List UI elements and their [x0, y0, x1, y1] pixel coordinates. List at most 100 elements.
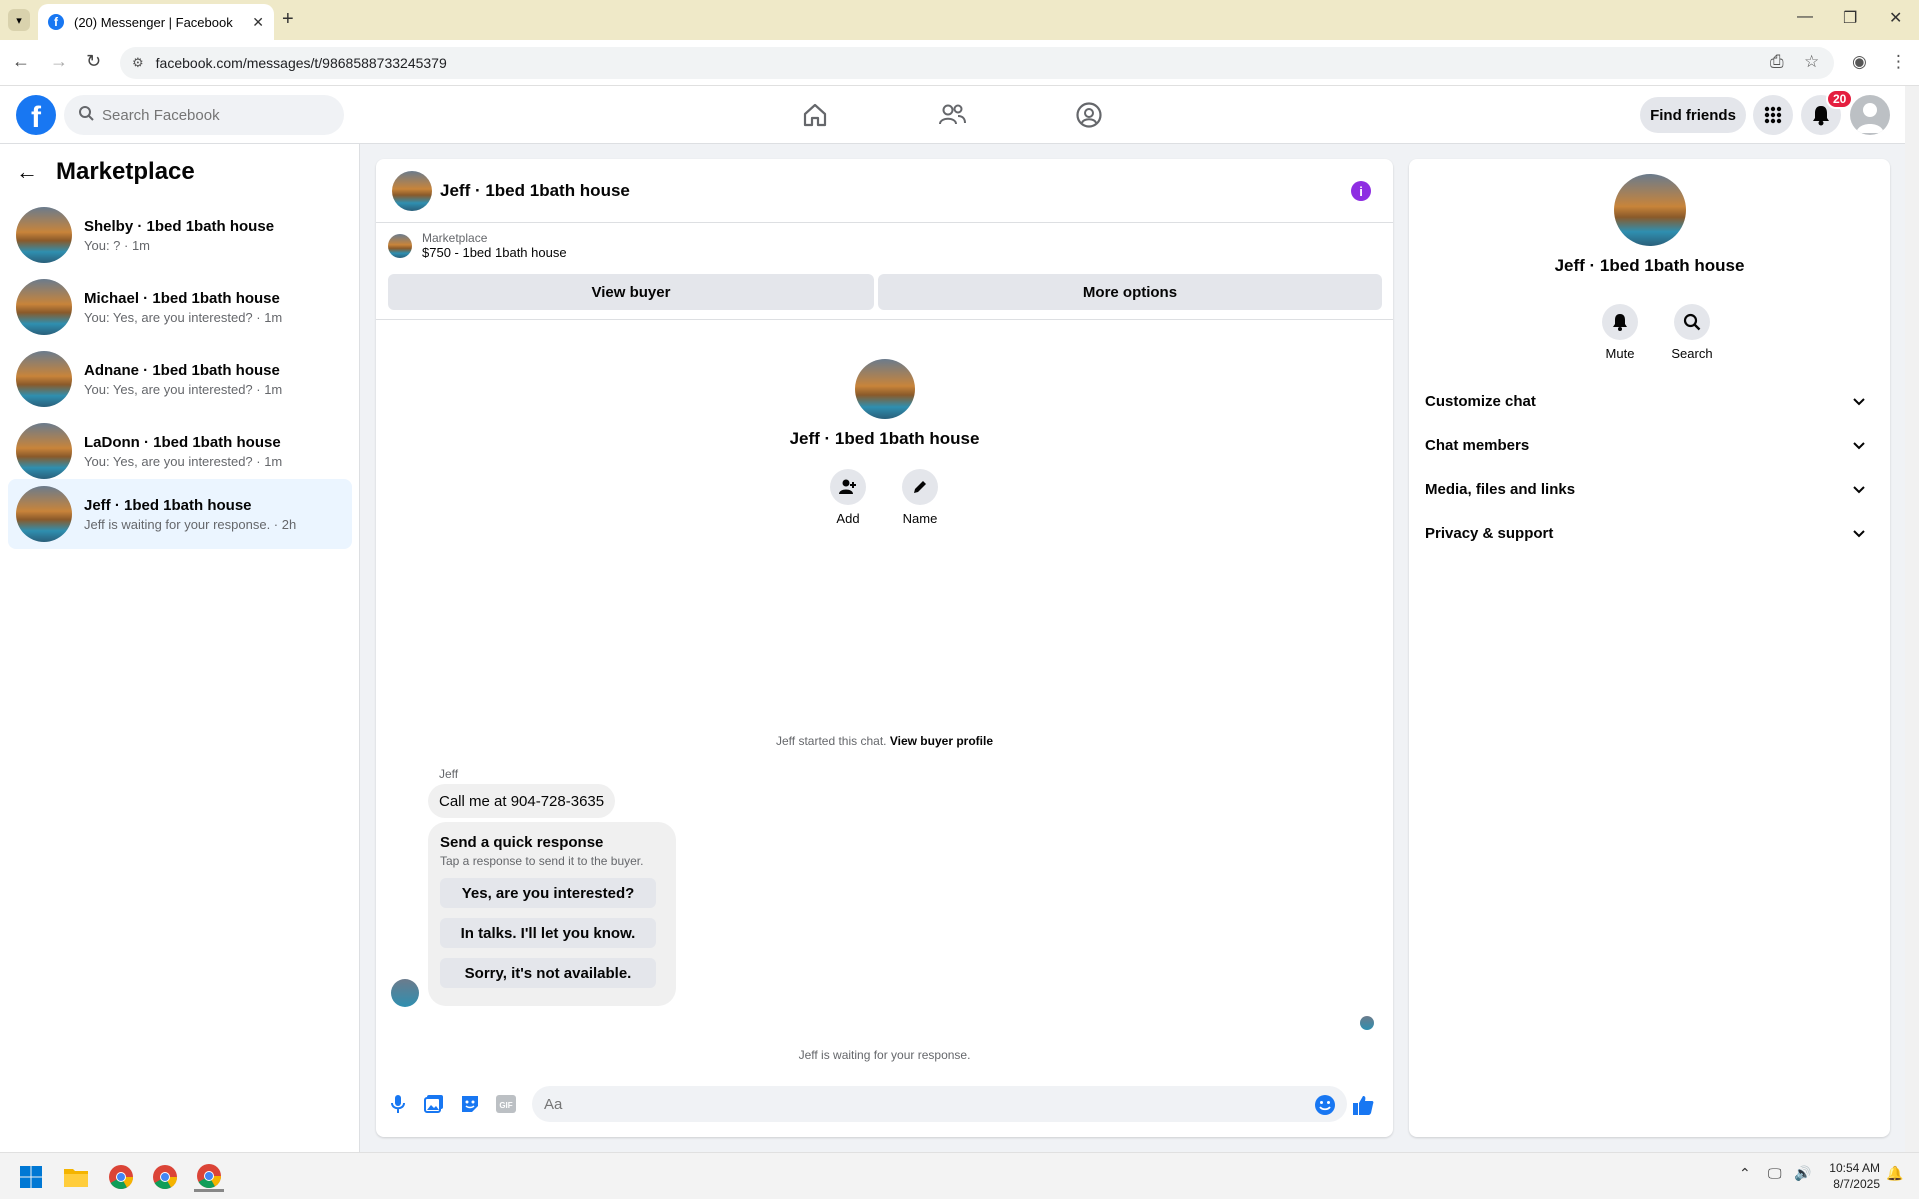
chat-started-notice: Jeff started this chat. View buyer profi…: [376, 734, 1393, 748]
search-input[interactable]: [102, 106, 322, 124]
tray-chevron-up-icon[interactable]: ⌃: [1739, 1165, 1751, 1182]
add-label: Add: [836, 511, 860, 526]
photo-icon[interactable]: [424, 1094, 444, 1114]
network-icon[interactable]: 🖵: [1768, 1165, 1782, 1182]
search-box[interactable]: [64, 95, 344, 135]
message-input[interactable]: [544, 1095, 1304, 1113]
sticker-icon[interactable]: [460, 1094, 480, 1114]
chat-avatar[interactable]: [392, 170, 432, 211]
section-label: Media, files and links: [1425, 480, 1576, 498]
home-icon[interactable]: [799, 99, 831, 131]
conversation-item[interactable]: Michael · 1bed 1bath house You: Yes, are…: [8, 272, 352, 342]
listing-thumbnail: [16, 423, 72, 479]
tab-title: (20) Messenger | Facebook: [74, 14, 233, 30]
find-friends-button[interactable]: Find friends: [1640, 97, 1746, 133]
listing-price: $750 - 1bed 1bath house: [422, 245, 567, 260]
back-icon[interactable]: ←: [12, 51, 30, 72]
facebook-favicon-icon: f: [48, 14, 64, 30]
quick-response-button[interactable]: Sorry, it's not available.: [440, 958, 656, 988]
svg-text:GIF: GIF: [499, 1101, 512, 1110]
search-control[interactable]: Search: [1662, 304, 1722, 361]
details-profile-picture[interactable]: [1613, 174, 1686, 246]
profile-name: Jeff · 1bed 1bath house: [789, 429, 980, 448]
conversation-item[interactable]: Adnane · 1bed 1bath house You: Yes, are …: [8, 344, 352, 414]
listing-thumbnail: [16, 207, 72, 263]
close-window-icon[interactable]: ✕: [1889, 8, 1902, 28]
account-avatar[interactable]: [1850, 95, 1890, 135]
volume-icon[interactable]: 🔊: [1794, 1165, 1811, 1182]
listing-thumbnail: [16, 486, 72, 542]
chat-title[interactable]: Jeff · 1bed 1bath house: [440, 181, 630, 201]
system-clock[interactable]: 10:54 AM 8/7/2025: [1820, 1160, 1880, 1192]
close-tab-icon[interactable]: ✕: [252, 14, 264, 31]
groups-icon[interactable]: [1073, 99, 1105, 131]
more-options-button[interactable]: More options: [878, 274, 1382, 310]
forward-icon[interactable]: →: [50, 51, 68, 72]
minimize-icon[interactable]: —: [1797, 8, 1813, 26]
profile-icon[interactable]: ◉: [1852, 52, 1867, 72]
chevron-down-icon: [1853, 393, 1865, 410]
bookmark-star-icon[interactable]: ☆: [1804, 52, 1819, 72]
conversation-item[interactable]: LaDonn · 1bed 1bath house You: Yes, are …: [8, 416, 352, 486]
thumbs-up-icon[interactable]: [1352, 1094, 1374, 1116]
sender-name: Jeff: [439, 767, 459, 781]
reload-icon[interactable]: ↻: [86, 51, 101, 72]
gif-icon[interactable]: GIF: [496, 1094, 516, 1114]
conversation-preview: You: Yes, are you interested? · 1m: [84, 381, 283, 397]
menu-grid-icon[interactable]: [1753, 95, 1793, 135]
conversation-item[interactable]: Shelby · 1bed 1bath house You: ? · 1m: [8, 200, 352, 270]
conversation-name: Michael · 1bed 1bath house: [84, 289, 280, 307]
browser-tab[interactable]: f (20) Messenger | Facebook ✕: [38, 4, 274, 40]
windows-start-icon[interactable]: [16, 1162, 46, 1192]
install-app-icon[interactable]: ⎙: [1770, 52, 1784, 72]
site-info-icon[interactable]: ⚙: [132, 55, 144, 71]
message-bubble[interactable]: Call me at 904-728-3635: [428, 784, 616, 818]
rename-control[interactable]: Name: [890, 469, 950, 526]
sidebar-header: ← Marketplace: [16, 158, 195, 186]
address-bar[interactable]: ⚙ facebook.com/messages/t/98685887332453…: [120, 47, 1834, 79]
magnifier-icon[interactable]: [1674, 304, 1710, 340]
emoji-icon[interactable]: [1314, 1094, 1336, 1116]
menu-kebab-icon[interactable]: ⋮: [1890, 52, 1907, 72]
add-person-icon[interactable]: [830, 469, 866, 505]
file-explorer-icon[interactable]: [61, 1162, 91, 1192]
listing-thumbnail: [388, 233, 412, 258]
restore-icon[interactable]: ❐: [1843, 8, 1857, 28]
friends-icon[interactable]: [936, 99, 968, 131]
listing-thumbnail: [16, 279, 72, 335]
view-buyer-button[interactable]: View buyer: [388, 274, 874, 310]
section-privacy-support[interactable]: Privacy & support: [1425, 513, 1875, 553]
bell-icon[interactable]: [1602, 304, 1638, 340]
tab-search-dropdown[interactable]: ▾: [8, 9, 30, 31]
quick-response-button[interactable]: Yes, are you interested?: [440, 878, 656, 908]
add-member-control[interactable]: Add: [818, 469, 878, 526]
listing-summary[interactable]: Marketplace $750 - 1bed 1bath house: [388, 231, 567, 260]
chrome-profile-icon[interactable]: [150, 1162, 180, 1192]
mute-control[interactable]: Mute: [1590, 304, 1650, 361]
facebook-logo-icon[interactable]: f: [16, 95, 56, 135]
message-input-box[interactable]: [532, 1086, 1347, 1122]
conversation-item-active[interactable]: Jeff · 1bed 1bath house Jeff is waiting …: [8, 479, 352, 549]
page-scrollbar[interactable]: [1905, 86, 1919, 1152]
quick-response-button[interactable]: In talks. I'll let you know.: [440, 918, 656, 948]
microphone-icon[interactable]: [388, 1094, 408, 1114]
section-chat-members[interactable]: Chat members: [1425, 425, 1875, 465]
new-tab-icon[interactable]: +: [282, 8, 294, 31]
chrome-active-icon[interactable]: [194, 1162, 224, 1192]
back-arrow-icon[interactable]: ←: [16, 159, 38, 185]
started-text: Jeff started this chat.: [775, 734, 887, 748]
view-buyer-profile-link[interactable]: View buyer profile: [890, 734, 993, 748]
conversation-name: LaDonn · 1bed 1bath house: [84, 433, 281, 451]
browser-toolbar: ← → ↻ ⚙ facebook.com/messages/t/98685887…: [0, 40, 1919, 86]
windows-taskbar: ⌃ 🖵 🔊 10:54 AM 8/7/2025 🔔: [0, 1152, 1919, 1199]
search-icon: [78, 105, 94, 125]
notification-center-icon[interactable]: 🔔: [1886, 1165, 1903, 1182]
section-media-files-links[interactable]: Media, files and links: [1425, 469, 1875, 509]
section-customize-chat[interactable]: Customize chat: [1425, 381, 1875, 421]
info-icon[interactable]: i: [1351, 181, 1371, 201]
conversation-name: Shelby · 1bed 1bath house: [84, 217, 275, 235]
pencil-icon[interactable]: [902, 469, 938, 505]
section-label: Customize chat: [1425, 392, 1536, 410]
details-name: Jeff · 1bed 1bath house: [1554, 256, 1745, 275]
chrome-icon[interactable]: [106, 1162, 136, 1192]
